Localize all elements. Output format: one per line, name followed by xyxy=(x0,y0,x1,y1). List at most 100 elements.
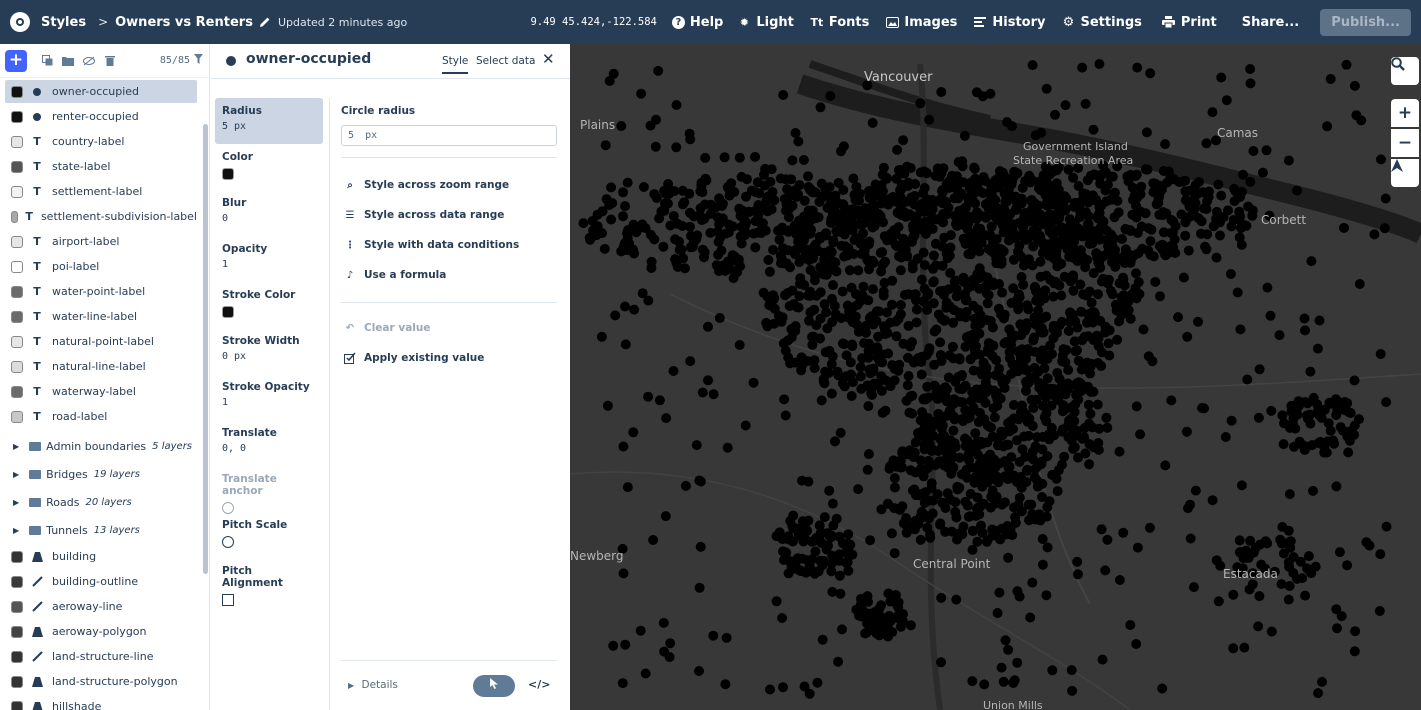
inspect-cursor-button[interactable] xyxy=(473,675,515,697)
data-point xyxy=(664,652,675,662)
data-point xyxy=(1220,432,1231,442)
layer-group-bridges[interactable]: ▶ Bridges 19 layers xyxy=(0,463,200,486)
data-point xyxy=(1036,459,1047,469)
editor-option-1[interactable]: ⌕ Style across zoom range xyxy=(341,170,557,200)
layer-group-admin-boundaries[interactable]: ▶ Admin boundaries 5 layers xyxy=(0,435,200,458)
layer-list-scrollbar[interactable] xyxy=(203,124,208,574)
mapbox-logo-icon[interactable] xyxy=(10,12,30,32)
data-point xyxy=(936,168,947,179)
add-layer-button[interactable]: + xyxy=(5,49,27,72)
zoom-out-button[interactable]: − xyxy=(1391,129,1419,157)
layer-type-circle-icon xyxy=(30,85,44,99)
styles-link[interactable]: Styles xyxy=(41,15,86,30)
layer-item-waterway-label[interactable]: Twaterway-label xyxy=(5,380,197,403)
data-point xyxy=(1026,215,1037,226)
settings-button[interactable]: ⚙ Settings xyxy=(1062,15,1142,30)
data-point xyxy=(1173,312,1183,323)
layer-item-building-outline[interactable]: building-outline xyxy=(5,570,197,593)
layer-item-country-label[interactable]: Tcountry-label xyxy=(5,130,197,153)
property-radius[interactable]: Radius 5 px xyxy=(215,98,323,144)
map-canvas[interactable]: Vancouver Camas Government Island State Rec… xyxy=(570,44,1421,710)
trash-icon[interactable] xyxy=(104,55,116,67)
layer-item-poi-label[interactable]: Tpoi-label xyxy=(5,255,197,278)
hide-icon[interactable] xyxy=(83,55,95,67)
share-button[interactable]: Share... xyxy=(1242,15,1299,30)
property-stroke-width[interactable]: Stroke Width 0 px xyxy=(215,328,323,374)
style-name[interactable]: Owners vs Renters xyxy=(115,15,253,30)
layer-swatch xyxy=(11,650,23,663)
zoom-in-button[interactable]: + xyxy=(1391,99,1419,127)
layer-item-water-line-label[interactable]: Twater-line-label xyxy=(5,305,197,328)
filter-icon[interactable] xyxy=(194,54,203,67)
tab-style[interactable]: Style xyxy=(442,55,469,74)
layer-item-water-point-label[interactable]: Twater-point-label xyxy=(5,280,197,303)
property-pitch-alignment[interactable]: Pitch Alignment xyxy=(215,558,323,606)
fonts-button[interactable]: Tt Fonts xyxy=(810,15,869,30)
pencil-icon[interactable] xyxy=(258,15,272,29)
layer-item-airport-label[interactable]: Tairport-label xyxy=(5,230,197,253)
close-icon[interactable]: ✕ xyxy=(542,50,555,68)
layer-item-natural-point-label[interactable]: Tnatural-point-label xyxy=(5,330,197,353)
data-point xyxy=(885,317,896,328)
layer-group-tunnels[interactable]: ▶ Tunnels 13 layers xyxy=(0,519,200,542)
property-stroke-color[interactable]: Stroke Color xyxy=(215,282,323,328)
layer-item-natural-line-label[interactable]: Tnatural-line-label xyxy=(5,355,197,378)
data-point xyxy=(827,293,837,304)
layer-item-road-label[interactable]: Troad-label xyxy=(5,405,197,428)
publish-button[interactable]: Publish... xyxy=(1320,8,1411,36)
data-point xyxy=(1000,206,1010,217)
help-button[interactable]: ? Help xyxy=(671,15,723,30)
compass-button[interactable] xyxy=(1391,159,1419,187)
layer-item-owner-occupied[interactable]: owner-occupied xyxy=(5,80,197,103)
data-point xyxy=(791,191,802,202)
layer-item-hillshade[interactable]: hillshade xyxy=(5,695,197,710)
layer-item-aeroway-line[interactable]: aeroway-line xyxy=(5,595,197,618)
property-translate-anchor[interactable]: Translate anchor xyxy=(215,466,323,514)
folder-icon[interactable] xyxy=(62,55,74,67)
map-search-button[interactable] xyxy=(1391,57,1419,85)
property-stroke-opacity[interactable]: Stroke Opacity 1 xyxy=(215,374,323,420)
layer-item-land-structure-polygon[interactable]: land-structure-polygon xyxy=(5,670,197,693)
editor-option-2[interactable]: ☰ Style across data range xyxy=(341,200,557,230)
print-button[interactable]: Print xyxy=(1162,15,1217,30)
layer-item-building[interactable]: building xyxy=(5,545,197,568)
property-translate[interactable]: Translate 0, 0 xyxy=(215,420,323,466)
data-point xyxy=(606,182,617,193)
layer-item-settlement-subdivision-label[interactable]: Tsettlement-subdivision-label xyxy=(5,205,197,228)
layer-item-land-structure-line[interactable]: land-structure-line xyxy=(5,645,197,668)
data-point xyxy=(1012,657,1023,668)
data-point xyxy=(713,236,724,247)
property-value: 5 px xyxy=(222,121,247,132)
layer-item-aeroway-polygon[interactable]: aeroway-polygon xyxy=(5,620,197,643)
apply-existing-value-button[interactable]: Apply existing value xyxy=(341,343,557,373)
property-opacity[interactable]: Opacity 1 xyxy=(215,236,323,282)
layer-item-settlement-label[interactable]: Tsettlement-label xyxy=(5,180,197,203)
images-button[interactable]: Images xyxy=(885,15,957,30)
data-point xyxy=(1025,612,1036,623)
editor-option-4[interactable]: ♪ Use a formula xyxy=(341,260,557,290)
light-button[interactable]: ✹ Light xyxy=(737,15,794,30)
panel-layer-name[interactable]: owner-occupied xyxy=(246,51,371,67)
data-point xyxy=(1021,409,1032,420)
data-point xyxy=(1283,594,1294,605)
circle-radius-input[interactable]: 5 px xyxy=(341,125,557,146)
layer-item-state-label[interactable]: Tstate-label xyxy=(5,155,197,178)
property-blur[interactable]: Blur 0 xyxy=(215,190,323,236)
code-view-button[interactable]: </> xyxy=(528,678,550,691)
data-point xyxy=(957,384,968,395)
data-point xyxy=(901,513,912,524)
data-point xyxy=(1084,459,1095,470)
property-pitch-scale[interactable]: Pitch Scale xyxy=(215,512,323,558)
clear-value-button[interactable]: ↶ Clear value xyxy=(341,313,557,343)
tab-select-data[interactable]: Select data xyxy=(476,55,535,67)
editor-option-3[interactable]: ⋮ Style with data conditions xyxy=(341,230,557,260)
data-point xyxy=(618,187,628,198)
data-point xyxy=(1283,155,1294,166)
data-point xyxy=(1027,260,1038,271)
layer-item-renter-occupied[interactable]: renter-occupied xyxy=(5,105,197,128)
history-button[interactable]: History xyxy=(973,15,1046,30)
details-toggle[interactable]: ▶ Details xyxy=(348,679,398,691)
duplicate-icon[interactable] xyxy=(41,55,53,67)
layer-group-roads[interactable]: ▶ Roads 20 layers xyxy=(0,491,200,514)
property-color[interactable]: Color xyxy=(215,144,323,190)
